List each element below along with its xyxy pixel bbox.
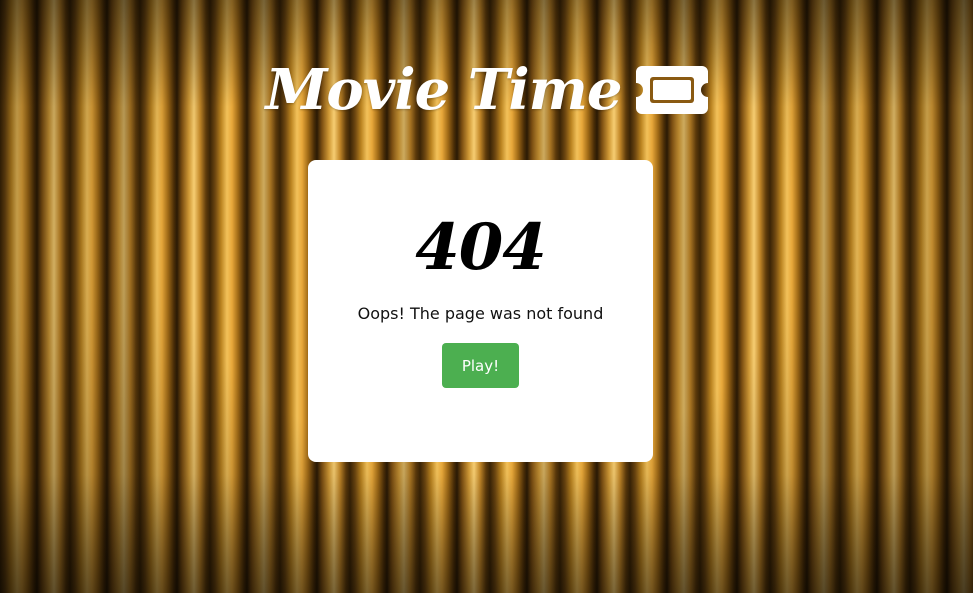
site-header: Movie Time bbox=[0, 58, 973, 122]
error-code: 404 bbox=[415, 210, 547, 285]
error-message: Oops! The page was not found bbox=[357, 304, 604, 323]
logo-title: Movie Time bbox=[265, 57, 622, 123]
error-card: 404 Oops! The page was not found Play! bbox=[308, 160, 653, 462]
ticket-icon bbox=[635, 66, 708, 114]
play-button[interactable]: Play! bbox=[442, 343, 519, 388]
